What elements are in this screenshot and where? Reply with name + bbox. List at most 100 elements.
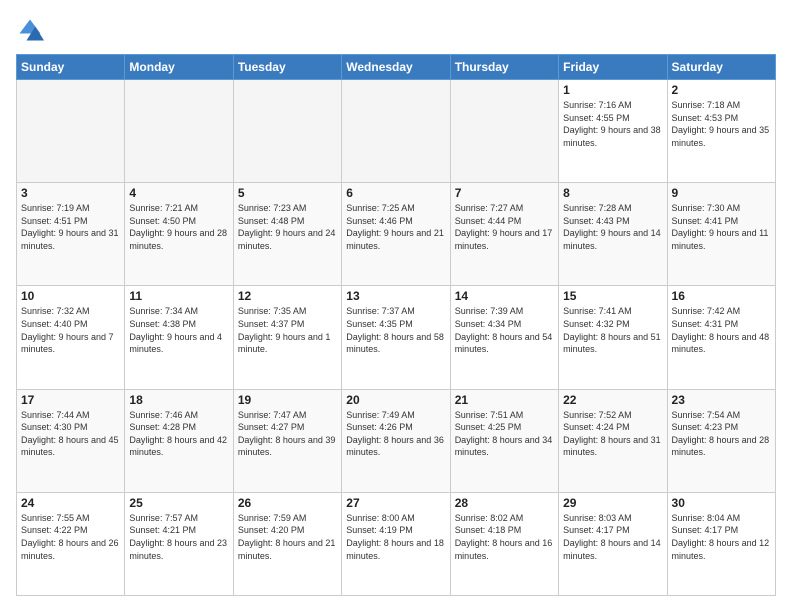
day-info: Sunrise: 7:41 AMSunset: 4:32 PMDaylight:… xyxy=(563,305,662,355)
calendar-cell: 14 Sunrise: 7:39 AMSunset: 4:34 PMDayligh… xyxy=(450,286,558,389)
day-info: Sunrise: 7:44 AMSunset: 4:30 PMDaylight:… xyxy=(21,409,120,459)
calendar-cell: 8 Sunrise: 7:28 AMSunset: 4:43 PMDaylight… xyxy=(559,183,667,286)
day-info: Sunrise: 7:21 AMSunset: 4:50 PMDaylight:… xyxy=(129,202,228,252)
calendar-cell: 23 Sunrise: 7:54 AMSunset: 4:23 PMDayligh… xyxy=(667,389,775,492)
calendar-cell: 28 Sunrise: 8:02 AMSunset: 4:18 PMDayligh… xyxy=(450,492,558,595)
calendar-cell: 19 Sunrise: 7:47 AMSunset: 4:27 PMDayligh… xyxy=(233,389,341,492)
day-number: 5 xyxy=(238,186,337,200)
day-number: 20 xyxy=(346,393,445,407)
header xyxy=(16,16,776,44)
day-number: 24 xyxy=(21,496,120,510)
day-number: 22 xyxy=(563,393,662,407)
dow-header: Tuesday xyxy=(233,55,341,80)
calendar-table: SundayMondayTuesdayWednesdayThursdayFrid… xyxy=(16,54,776,596)
day-info: Sunrise: 7:49 AMSunset: 4:26 PMDaylight:… xyxy=(346,409,445,459)
day-number: 18 xyxy=(129,393,228,407)
calendar-cell: 29 Sunrise: 8:03 AMSunset: 4:17 PMDayligh… xyxy=(559,492,667,595)
calendar-cell xyxy=(342,80,450,183)
calendar-cell: 24 Sunrise: 7:55 AMSunset: 4:22 PMDayligh… xyxy=(17,492,125,595)
day-info: Sunrise: 7:34 AMSunset: 4:38 PMDaylight:… xyxy=(129,305,228,355)
calendar-cell: 13 Sunrise: 7:37 AMSunset: 4:35 PMDayligh… xyxy=(342,286,450,389)
day-info: Sunrise: 7:51 AMSunset: 4:25 PMDaylight:… xyxy=(455,409,554,459)
day-number: 23 xyxy=(672,393,771,407)
day-number: 11 xyxy=(129,289,228,303)
day-info: Sunrise: 7:35 AMSunset: 4:37 PMDaylight:… xyxy=(238,305,337,355)
calendar-cell xyxy=(125,80,233,183)
calendar-cell: 20 Sunrise: 7:49 AMSunset: 4:26 PMDayligh… xyxy=(342,389,450,492)
calendar-cell: 1Sunrise: 7:16 AMSunset: 4:55 PMDaylight… xyxy=(559,80,667,183)
calendar-cell: 2 Sunrise: 7:18 AMSunset: 4:53 PMDaylight… xyxy=(667,80,775,183)
day-number: 16 xyxy=(672,289,771,303)
dow-header: Wednesday xyxy=(342,55,450,80)
day-number: 8 xyxy=(563,186,662,200)
calendar-cell: 30Sunrise: 8:04 AMSunset: 4:17 PMDayligh… xyxy=(667,492,775,595)
day-info: Sunrise: 7:55 AMSunset: 4:22 PMDaylight:… xyxy=(21,512,120,562)
calendar-cell xyxy=(233,80,341,183)
day-number: 3 xyxy=(21,186,120,200)
calendar-cell: 27 Sunrise: 8:00 AMSunset: 4:19 PMDayligh… xyxy=(342,492,450,595)
calendar-cell: 11 Sunrise: 7:34 AMSunset: 4:38 PMDayligh… xyxy=(125,286,233,389)
calendar-cell: 22 Sunrise: 7:52 AMSunset: 4:24 PMDayligh… xyxy=(559,389,667,492)
day-info: Sunrise: 7:54 AMSunset: 4:23 PMDaylight:… xyxy=(672,409,771,459)
day-info: Sunrise: 8:03 AMSunset: 4:17 PMDaylight:… xyxy=(563,512,662,562)
day-info: Sunrise: 7:23 AMSunset: 4:48 PMDaylight:… xyxy=(238,202,337,252)
day-info: Sunrise: 7:46 AMSunset: 4:28 PMDaylight:… xyxy=(129,409,228,459)
day-number: 2 xyxy=(672,83,771,97)
calendar-cell: 21 Sunrise: 7:51 AMSunset: 4:25 PMDayligh… xyxy=(450,389,558,492)
calendar-cell: 7 Sunrise: 7:27 AMSunset: 4:44 PMDaylight… xyxy=(450,183,558,286)
calendar-cell: 6 Sunrise: 7:25 AMSunset: 4:46 PMDaylight… xyxy=(342,183,450,286)
day-info: Sunrise: 7:30 AMSunset: 4:41 PMDaylight:… xyxy=(672,202,771,252)
dow-header: Saturday xyxy=(667,55,775,80)
dow-header: Sunday xyxy=(17,55,125,80)
day-number: 21 xyxy=(455,393,554,407)
logo xyxy=(16,16,48,44)
day-number: 26 xyxy=(238,496,337,510)
day-info: Sunrise: 7:37 AMSunset: 4:35 PMDaylight:… xyxy=(346,305,445,355)
day-number: 6 xyxy=(346,186,445,200)
day-info: Sunrise: 7:19 AMSunset: 4:51 PMDaylight:… xyxy=(21,202,120,252)
day-number: 25 xyxy=(129,496,228,510)
day-info: Sunrise: 7:47 AMSunset: 4:27 PMDaylight:… xyxy=(238,409,337,459)
day-number: 14 xyxy=(455,289,554,303)
page: SundayMondayTuesdayWednesdayThursdayFrid… xyxy=(0,0,792,612)
day-info: Sunrise: 7:25 AMSunset: 4:46 PMDaylight:… xyxy=(346,202,445,252)
day-number: 10 xyxy=(21,289,120,303)
day-info: Sunrise: 7:27 AMSunset: 4:44 PMDaylight:… xyxy=(455,202,554,252)
day-number: 1 xyxy=(563,83,662,97)
day-number: 29 xyxy=(563,496,662,510)
day-info: Sunrise: 7:59 AMSunset: 4:20 PMDaylight:… xyxy=(238,512,337,562)
day-info: Sunrise: 7:32 AMSunset: 4:40 PMDaylight:… xyxy=(21,305,120,355)
day-info: Sunrise: 7:18 AMSunset: 4:53 PMDaylight:… xyxy=(672,99,771,149)
day-info: Sunrise: 8:00 AMSunset: 4:19 PMDaylight:… xyxy=(346,512,445,562)
calendar-cell: 12 Sunrise: 7:35 AMSunset: 4:37 PMDayligh… xyxy=(233,286,341,389)
day-number: 9 xyxy=(672,186,771,200)
day-info: Sunrise: 7:52 AMSunset: 4:24 PMDaylight:… xyxy=(563,409,662,459)
logo-icon xyxy=(16,16,44,44)
day-number: 12 xyxy=(238,289,337,303)
day-number: 15 xyxy=(563,289,662,303)
calendar-cell: 5 Sunrise: 7:23 AMSunset: 4:48 PMDaylight… xyxy=(233,183,341,286)
calendar-cell: 16 Sunrise: 7:42 AMSunset: 4:31 PMDayligh… xyxy=(667,286,775,389)
calendar-cell: 3 Sunrise: 7:19 AMSunset: 4:51 PMDaylight… xyxy=(17,183,125,286)
calendar-cell: 4 Sunrise: 7:21 AMSunset: 4:50 PMDaylight… xyxy=(125,183,233,286)
day-number: 17 xyxy=(21,393,120,407)
calendar-cell xyxy=(450,80,558,183)
day-info: Sunrise: 7:39 AMSunset: 4:34 PMDaylight:… xyxy=(455,305,554,355)
calendar-cell: 25Sunrise: 7:57 AMSunset: 4:21 PMDayligh… xyxy=(125,492,233,595)
day-number: 28 xyxy=(455,496,554,510)
day-number: 19 xyxy=(238,393,337,407)
day-info: Sunrise: 7:42 AMSunset: 4:31 PMDaylight:… xyxy=(672,305,771,355)
dow-header: Friday xyxy=(559,55,667,80)
day-number: 27 xyxy=(346,496,445,510)
calendar-cell: 26 Sunrise: 7:59 AMSunset: 4:20 PMDayligh… xyxy=(233,492,341,595)
calendar-cell: 17 Sunrise: 7:44 AMSunset: 4:30 PMDayligh… xyxy=(17,389,125,492)
day-number: 7 xyxy=(455,186,554,200)
calendar-cell xyxy=(17,80,125,183)
calendar-cell: 15 Sunrise: 7:41 AMSunset: 4:32 PMDayligh… xyxy=(559,286,667,389)
dow-header: Monday xyxy=(125,55,233,80)
day-number: 4 xyxy=(129,186,228,200)
calendar-cell: 9 Sunrise: 7:30 AMSunset: 4:41 PMDaylight… xyxy=(667,183,775,286)
day-number: 13 xyxy=(346,289,445,303)
day-info: Sunrise: 7:28 AMSunset: 4:43 PMDaylight:… xyxy=(563,202,662,252)
day-info: Sunrise: 8:02 AMSunset: 4:18 PMDaylight:… xyxy=(455,512,554,562)
